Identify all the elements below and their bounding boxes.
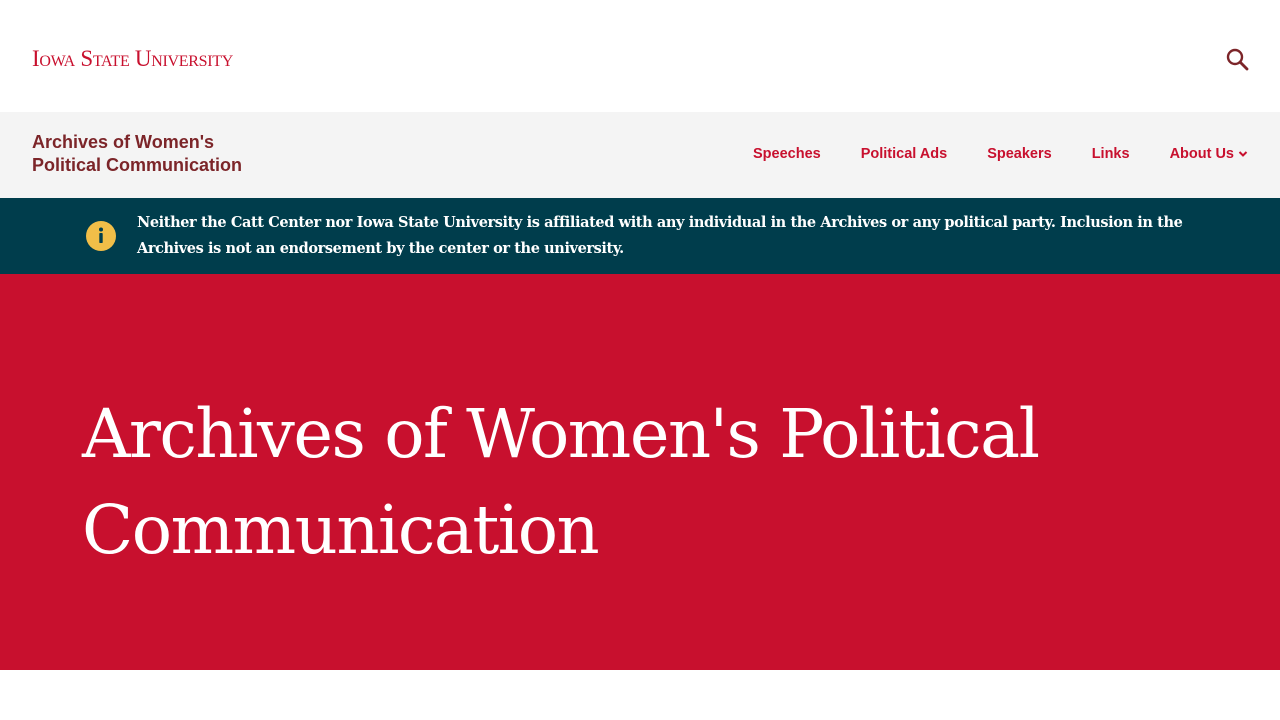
page-title: Archives of Women's Political Communicat…: [82, 395, 1040, 569]
nav-item-label: Political Ads: [860, 146, 948, 162]
nav-item-label: Speakers: [987, 146, 1052, 162]
nav-item-label: Speeches: [752, 146, 821, 162]
search-button[interactable]: [1224, 46, 1252, 74]
disclaimer-banner: Neither the Catt Center nor Iowa State U…: [0, 198, 1280, 274]
nav-item-speeches[interactable]: Speeches: [753, 146, 821, 162]
university-logo[interactable]: Iowa State University: [32, 46, 233, 72]
disclaimer-text: Neither the Catt Center nor Iowa State U…: [137, 214, 1183, 257]
global-header: Iowa State University: [0, 0, 1280, 112]
nav-item-about-us[interactable]: About Us: [1170, 146, 1248, 162]
nav-item-political-ads[interactable]: Political Ads: [861, 146, 947, 162]
site-title-line1: Archives of Women's: [32, 132, 214, 152]
search-icon: [1226, 48, 1249, 71]
site-title-line2: Political Communication: [32, 155, 243, 175]
hero-banner: Archives of Women's Political Communicat…: [0, 274, 1280, 670]
nav-item-speakers[interactable]: Speakers: [987, 146, 1052, 162]
nav-item-label: About Us: [1169, 146, 1234, 162]
nav-item-label: Links: [1091, 146, 1130, 162]
site-header: Archives of Women's Political Communicat…: [0, 112, 1280, 198]
chevron-down-icon: [1238, 151, 1248, 157]
nav-item-links[interactable]: Links: [1092, 146, 1130, 162]
main-nav: Speeches Political Ads Speakers Links Ab…: [753, 144, 1248, 164]
site-title[interactable]: Archives of Women's Political Communicat…: [32, 131, 292, 177]
info-icon: [86, 221, 116, 251]
